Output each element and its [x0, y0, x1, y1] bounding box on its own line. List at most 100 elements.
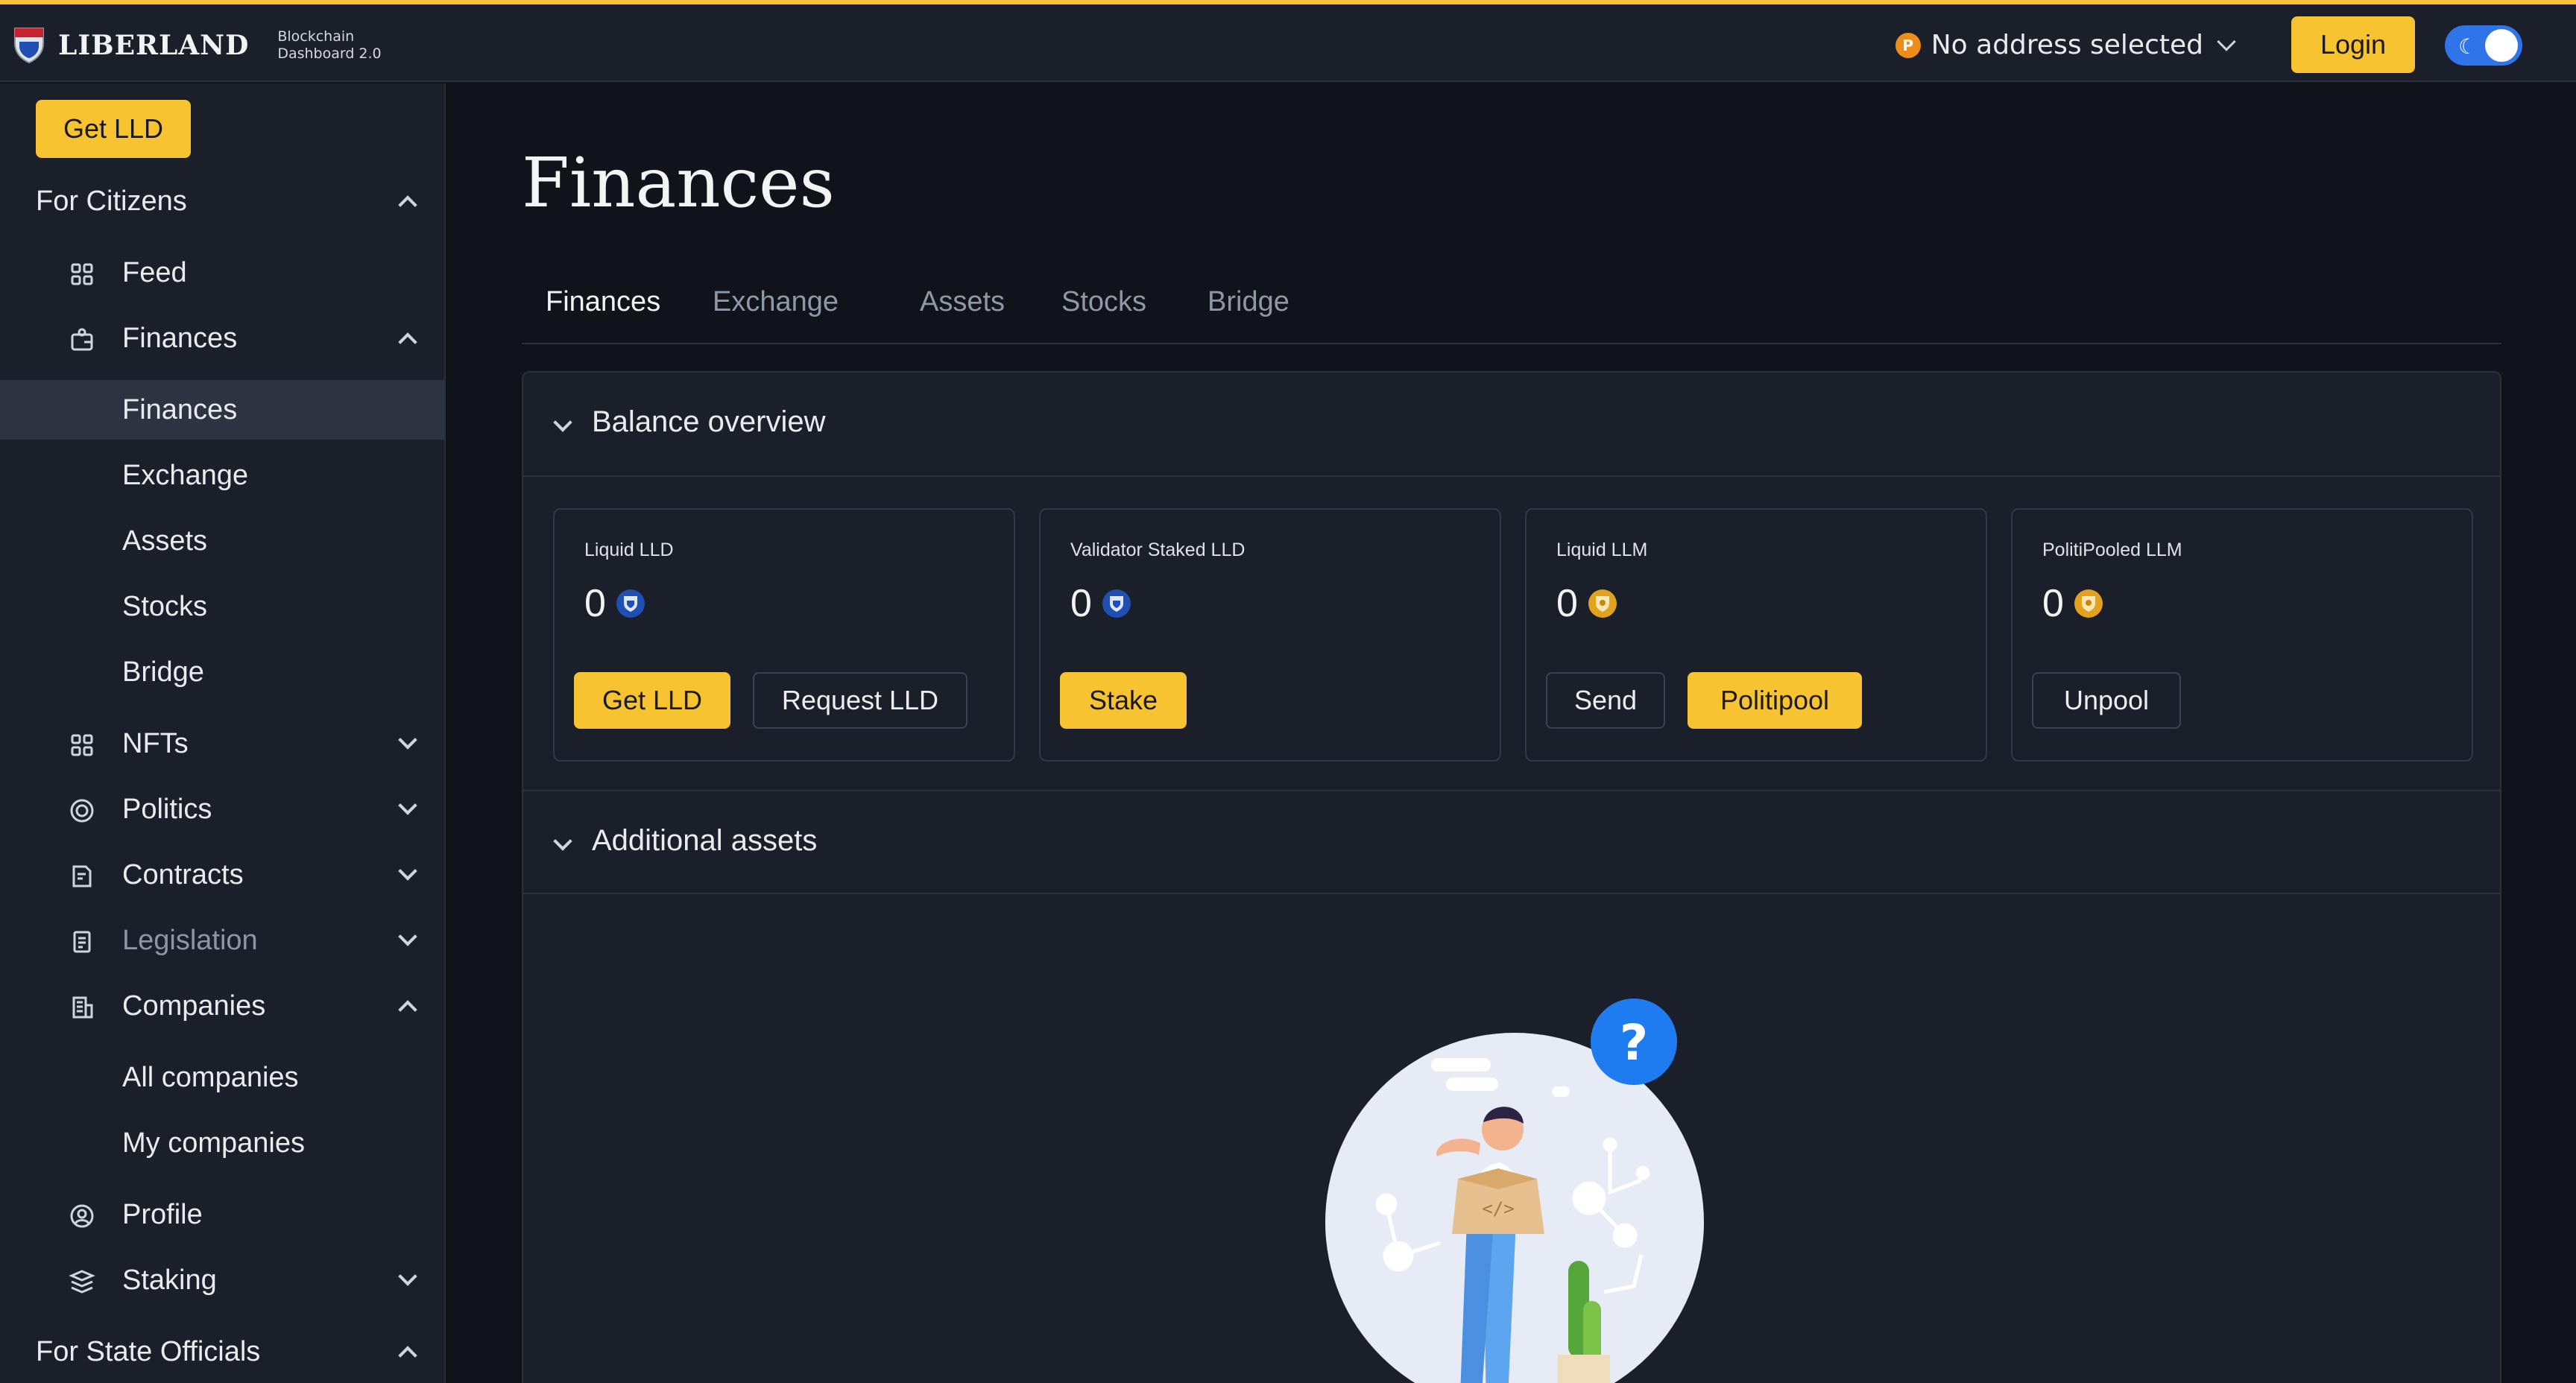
moon-icon: ☾: [2458, 34, 2478, 59]
balance-amount: 0: [584, 582, 606, 625]
sidebar-subitem-finances[interactable]: Finances: [0, 380, 444, 440]
card-value: 0: [1070, 581, 1131, 626]
card-value: 0: [2042, 581, 2103, 626]
sidebar-subitem-label: Finances: [122, 393, 238, 425]
sidebar-get-lld-button[interactable]: Get LLD: [36, 100, 191, 158]
tab-bridge[interactable]: Bridge: [1208, 286, 1289, 318]
tab-exchange[interactable]: Exchange: [713, 286, 839, 318]
balance-amount: 0: [1556, 582, 1578, 625]
card-label: PolitiPooled LLM: [2042, 539, 2182, 560]
card-value: 0: [1556, 581, 1617, 626]
unpool-button[interactable]: Unpool: [2032, 672, 2181, 729]
chevron-down-icon: [398, 861, 417, 881]
brand-logo[interactable]: LIBERLAND Blockchain Dashboard 2.0: [13, 27, 382, 64]
app-root: LIBERLAND Blockchain Dashboard 2.0 P No …: [0, 0, 2576, 1383]
address-label: No address selected: [1931, 30, 2203, 60]
scroll-icon: [69, 928, 95, 955]
card-label: Validator Staked LLD: [1070, 539, 1246, 560]
sidebar-item-legislation[interactable]: Legislation: [0, 911, 444, 970]
sidebar-subitem-label: My companies: [122, 1127, 305, 1159]
grid-icon: [69, 261, 95, 288]
section-title: Additional assets: [592, 824, 818, 857]
lld-token-icon: [616, 589, 645, 618]
balance-card-liquid-lld: Liquid LLD 0 Get LLD Request LLD: [553, 508, 1015, 762]
question-mark-text: ?: [1620, 1014, 1648, 1072]
balance-card-validator-staked-lld: Validator Staked LLD 0 Stake: [1039, 508, 1501, 762]
section-for-state-officials[interactable]: For State Officials: [0, 1322, 444, 1382]
layers-icon: [69, 1268, 95, 1295]
sidebar-item-label: Finances: [122, 322, 238, 354]
brand-subtitle: Blockchain Dashboard 2.0: [277, 28, 381, 63]
tab-finances[interactable]: Finances: [546, 286, 660, 318]
llm-token-icon: [2074, 589, 2103, 618]
sidebar-subitem-assets[interactable]: Assets: [0, 511, 444, 571]
sidebar-subitem-label: Exchange: [122, 459, 249, 491]
section-for-citizens[interactable]: For Citizens: [0, 171, 444, 231]
sidebar-subitem-my-companies[interactable]: My companies: [0, 1113, 444, 1173]
request-lld-button[interactable]: Request LLD: [753, 672, 967, 729]
additional-assets-header[interactable]: Additional assets: [523, 790, 2500, 894]
user-circle-icon: [69, 1203, 95, 1229]
chevron-down-icon: [398, 730, 417, 750]
sidebar-subitem-label: Assets: [122, 525, 208, 557]
chevron-down-icon: [2217, 31, 2236, 51]
sidebar-subitem-label: All companies: [122, 1061, 299, 1093]
top-header: LIBERLAND Blockchain Dashboard 2.0 P No …: [0, 4, 2576, 82]
sidebar-item-contracts[interactable]: Contracts: [0, 845, 444, 905]
main-content: Finances Finances Exchange Assets Stocks…: [447, 83, 2576, 1383]
login-button[interactable]: Login: [2291, 16, 2415, 73]
badge-icon: [69, 797, 95, 824]
code-glyph-text: </>: [1482, 1198, 1514, 1219]
chevron-down-icon: [553, 832, 572, 851]
llm-token-icon: [1588, 589, 1617, 618]
sidebar-item-companies[interactable]: Companies: [0, 976, 444, 1036]
sidebar-item-feed[interactable]: Feed: [0, 243, 444, 303]
address-selector[interactable]: P No address selected: [1895, 30, 2236, 60]
balance-amount: 0: [1070, 582, 1092, 625]
section-label: For State Officials: [36, 1335, 261, 1367]
sidebar-subitem-all-companies[interactable]: All companies: [0, 1048, 444, 1107]
theme-toggle[interactable]: ☾: [2445, 25, 2522, 66]
chevron-up-icon: [398, 332, 417, 352]
balance-amount: 0: [2042, 582, 2064, 625]
sidebar: Get LLD For Citizens Feed Finances Finan…: [0, 83, 446, 1383]
document-edit-icon: [69, 863, 95, 890]
polkadot-address-icon: P: [1895, 32, 1921, 58]
balance-overview-header[interactable]: Balance overview: [523, 373, 2500, 477]
sidebar-item-label: Contracts: [122, 858, 244, 890]
finance-tabs: Finances Exchange Assets Stocks Bridge: [522, 277, 2501, 344]
sidebar-subitem-label: Bridge: [122, 656, 204, 688]
send-button[interactable]: Send: [1546, 672, 1665, 729]
liberland-shield-icon: [14, 28, 44, 64]
sidebar-item-staking[interactable]: Staking: [0, 1250, 444, 1310]
chevron-down-icon: [398, 1267, 417, 1286]
finances-panel: Balance overview Liquid LLD 0 Get LLD Re…: [522, 371, 2501, 1383]
page-title: Finances: [522, 143, 835, 223]
chevron-up-icon: [398, 1000, 417, 1019]
sidebar-item-nfts[interactable]: NFTs: [0, 714, 444, 773]
get-lld-button[interactable]: Get LLD: [574, 672, 730, 729]
sidebar-subitem-exchange[interactable]: Exchange: [0, 446, 444, 505]
brand-name: LIBERLAND: [58, 30, 250, 61]
sidebar-item-label: Politics: [122, 793, 212, 825]
sidebar-subitem-stocks[interactable]: Stocks: [0, 577, 444, 636]
sidebar-item-finances[interactable]: Finances: [0, 308, 444, 368]
section-label: For Citizens: [36, 185, 187, 217]
sidebar-item-profile[interactable]: Profile: [0, 1185, 444, 1244]
card-label: Liquid LLD: [584, 539, 674, 560]
chevron-up-icon: [398, 1346, 417, 1365]
sidebar-item-politics[interactable]: Politics: [0, 779, 444, 839]
tab-assets[interactable]: Assets: [920, 286, 1005, 318]
politipool-button[interactable]: Politipool: [1688, 672, 1862, 729]
stake-button[interactable]: Stake: [1060, 672, 1187, 729]
sidebar-subitem-bridge[interactable]: Bridge: [0, 642, 444, 702]
sidebar-item-label: NFTs: [122, 727, 189, 759]
sidebar-subitem-label: Stocks: [122, 590, 208, 622]
chevron-up-icon: [398, 195, 417, 215]
brand-subtitle-line2: Dashboard 2.0: [277, 45, 382, 62]
section-title: Balance overview: [592, 405, 826, 438]
card-value: 0: [584, 581, 645, 626]
toggle-knob: [2485, 29, 2518, 62]
sidebar-item-label: Companies: [122, 990, 266, 1022]
tab-stocks[interactable]: Stocks: [1061, 286, 1146, 318]
